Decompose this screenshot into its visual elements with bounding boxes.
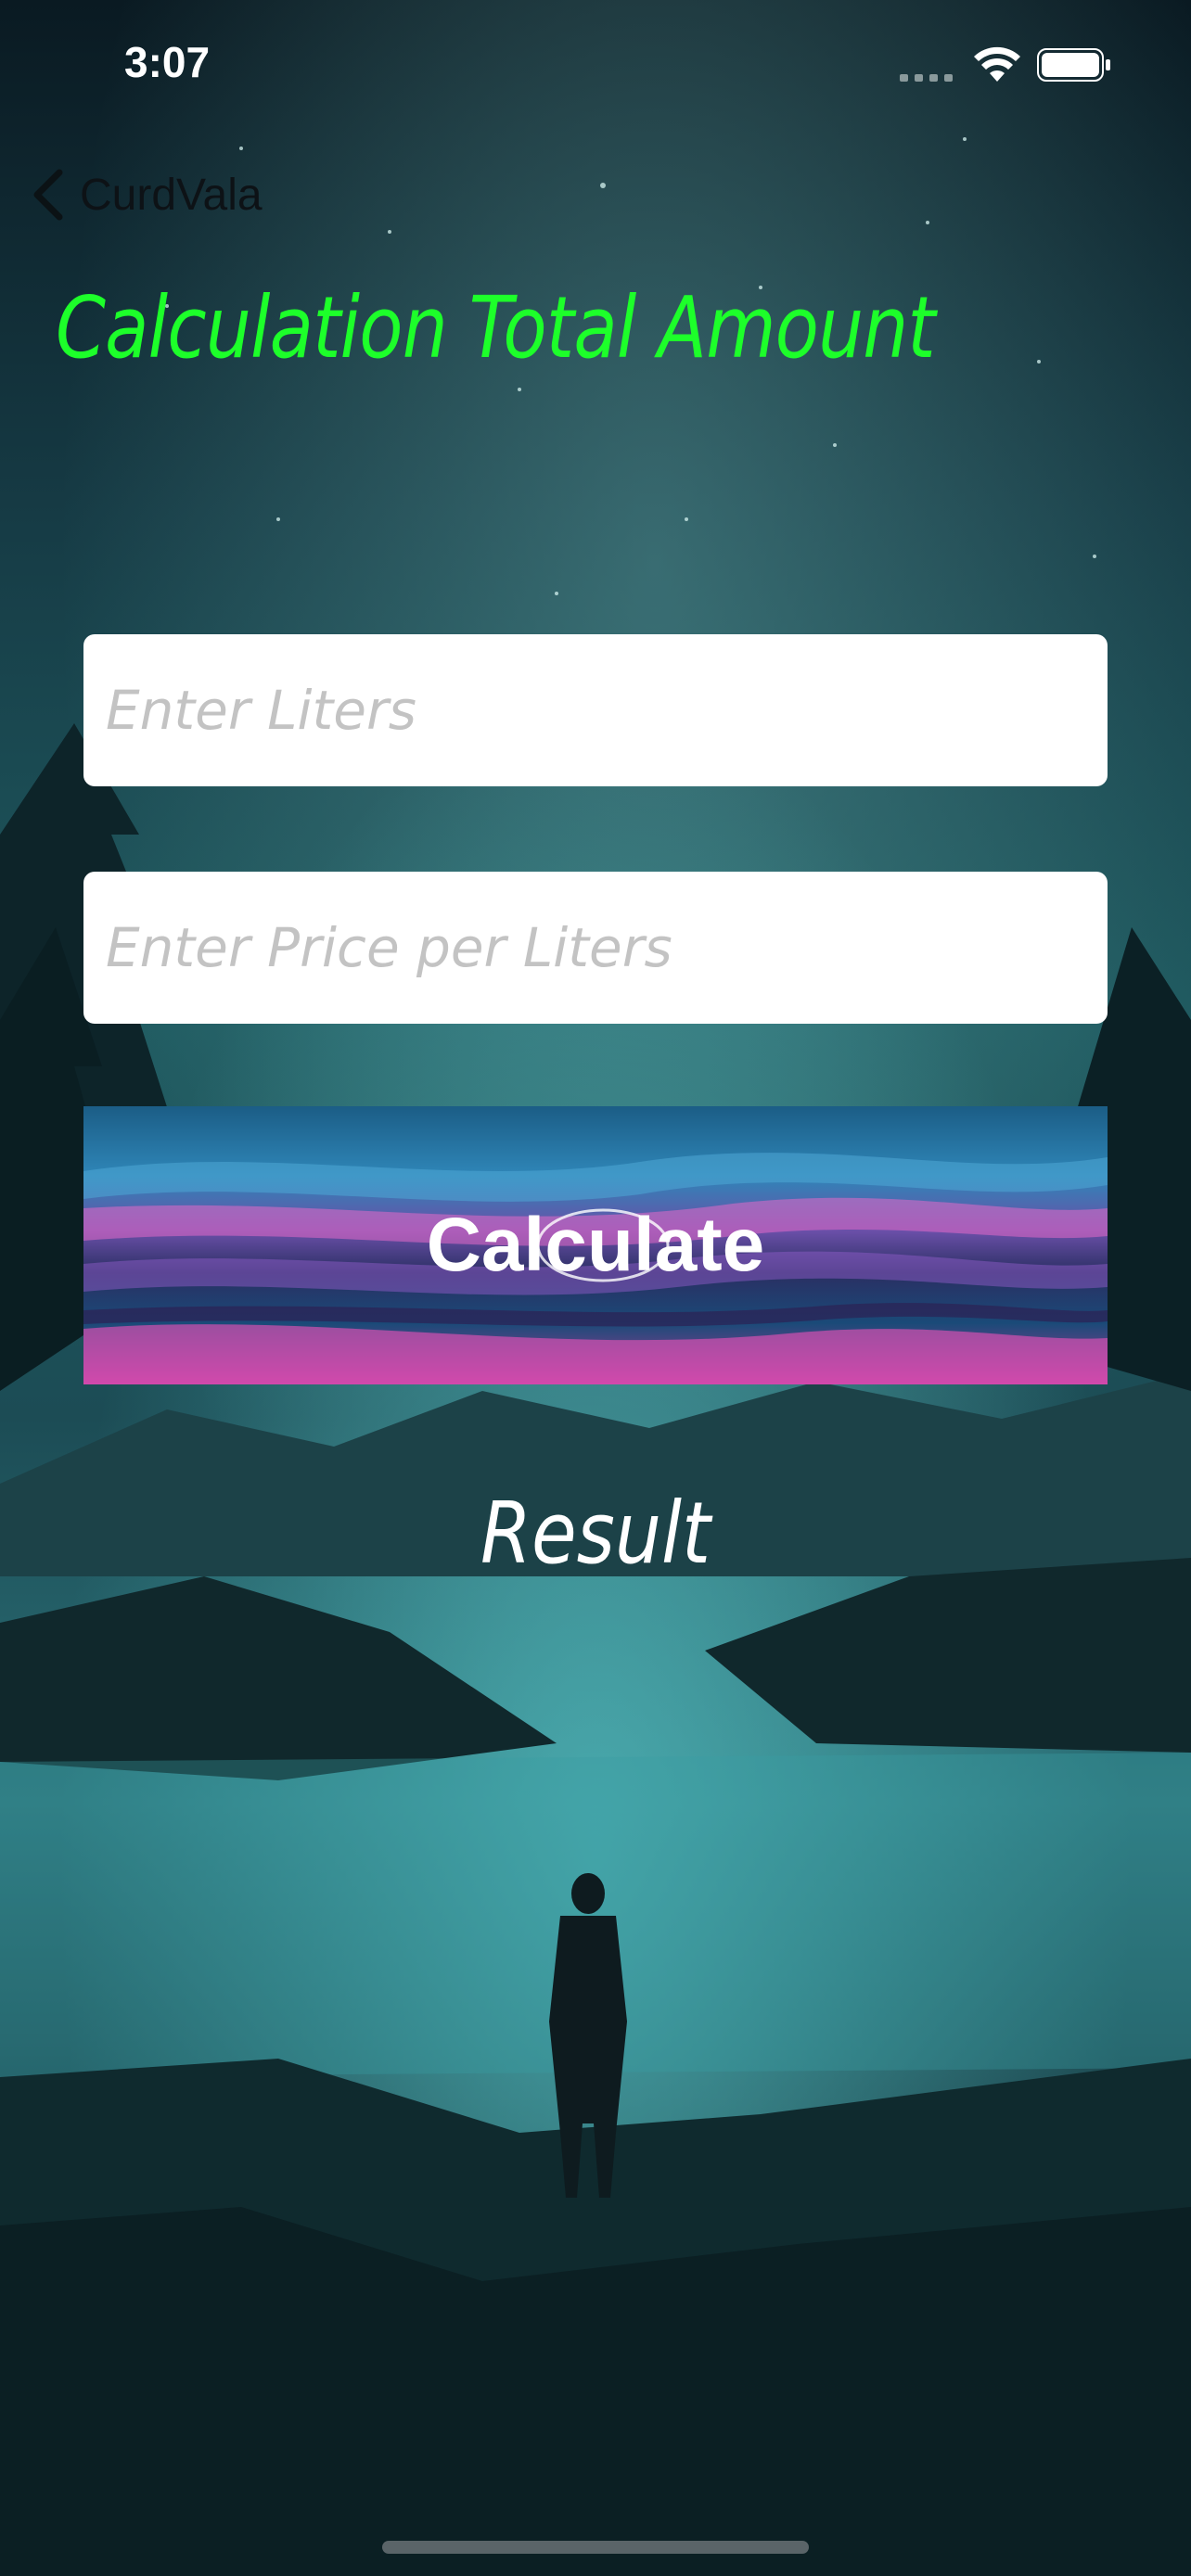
price-per-liter-input[interactable] (104, 871, 1087, 1025)
page-title: Calculation Total Amount (56, 278, 936, 377)
chevron-left-icon (33, 169, 63, 221)
back-button-label: CurdVala (80, 170, 263, 220)
result-label: Result (480, 1484, 711, 1583)
cellular-signal-icon (900, 74, 953, 82)
liters-field (83, 633, 1108, 787)
price-field (83, 871, 1108, 1025)
wifi-icon (974, 46, 1020, 82)
calculate-button-label: Calculate (426, 1203, 765, 1287)
back-button[interactable]: CurdVala (28, 162, 263, 227)
status-bar: 3:07 (0, 0, 1191, 130)
liters-input[interactable] (104, 633, 1087, 787)
status-time: 3:07 (124, 38, 211, 86)
home-indicator (382, 2541, 809, 2554)
calculate-button[interactable]: Calculate (83, 1106, 1108, 1384)
battery-icon (1037, 48, 1110, 82)
